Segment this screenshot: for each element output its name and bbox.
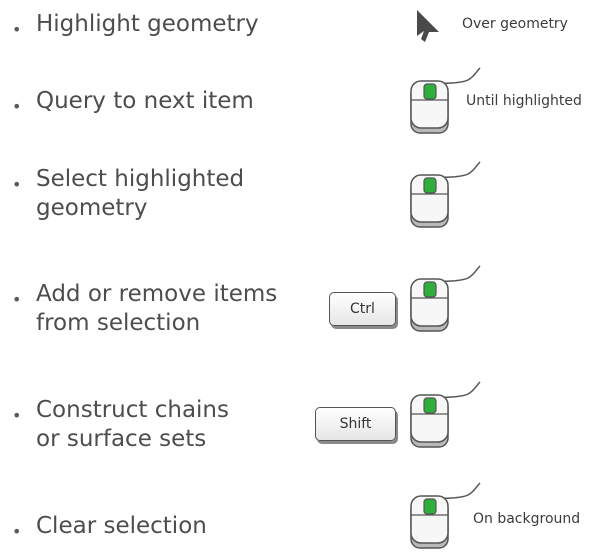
arrow-cursor-icon	[417, 10, 439, 42]
mouse-left-click-icon	[410, 265, 481, 332]
shift-key-icon: Shift	[315, 407, 396, 441]
action-label: Construct chains	[36, 397, 229, 423]
hint-text: Until highlighted	[466, 93, 582, 109]
hint-text: Over geometry	[462, 16, 568, 32]
action-label: Clear selection	[36, 513, 207, 539]
action-label: from selection	[36, 310, 201, 336]
ctrl-key-icon: Ctrl	[329, 292, 396, 326]
action-label: Add or remove items	[36, 281, 278, 307]
bullet: •	[12, 406, 22, 425]
bullet: •	[12, 20, 22, 39]
bullet: •	[12, 175, 22, 194]
action-label: Select highlighted	[36, 166, 245, 192]
hint-text: On background	[473, 511, 581, 527]
mouse-left-click-icon	[410, 161, 481, 228]
action-label: geometry	[36, 195, 148, 221]
action-label: Highlight geometry	[36, 11, 259, 37]
action-label: Query to next item	[36, 88, 254, 114]
action-label: or surface sets	[36, 426, 207, 452]
mouse-left-click-icon	[410, 381, 481, 448]
bullet: •	[12, 97, 22, 116]
bullet: •	[12, 522, 22, 541]
bullet: •	[12, 290, 22, 309]
